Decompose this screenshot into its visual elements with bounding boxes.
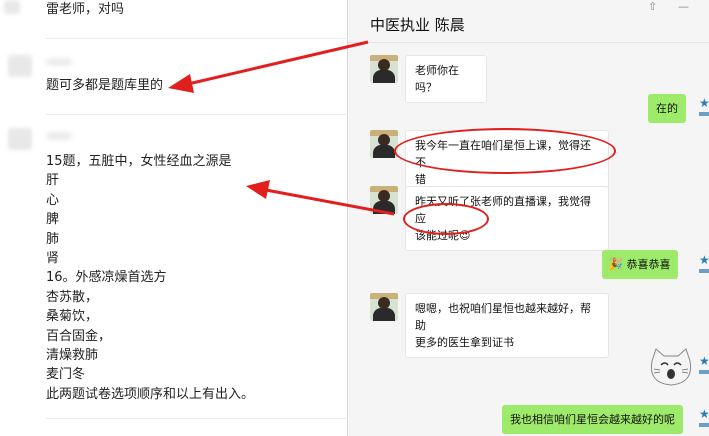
red-arrow-2 [246, 180, 395, 216]
annotation-arrows [168, 40, 395, 216]
red-arrow-1 [168, 40, 369, 93]
